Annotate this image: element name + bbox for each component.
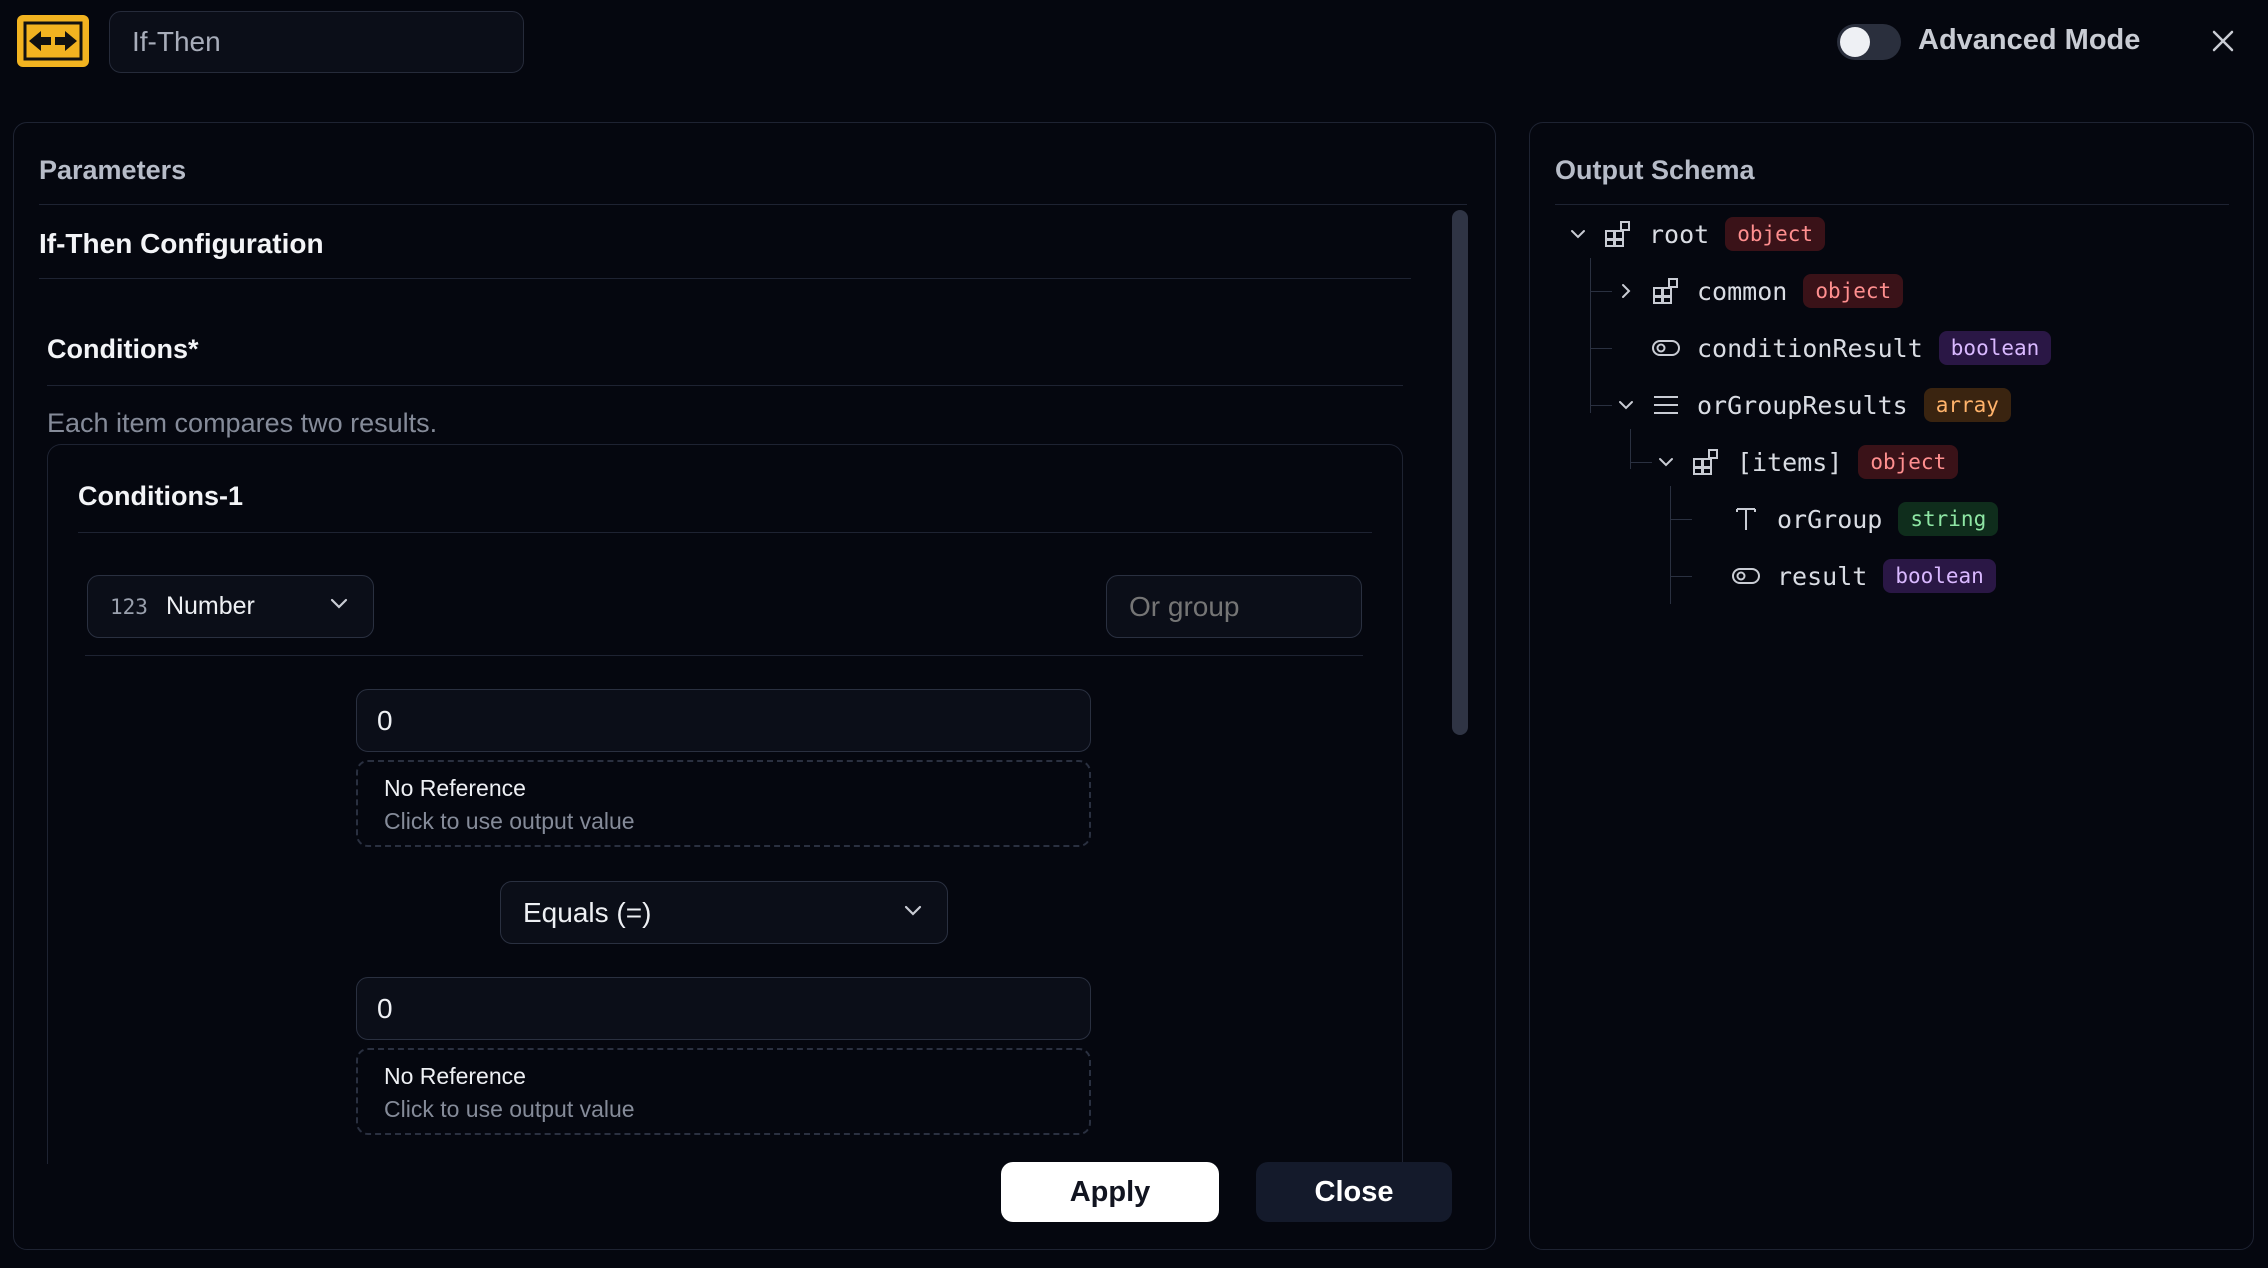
schema-node-conditionresult[interactable]: conditionResult boolean [1651,328,2052,368]
tree-guide [1670,576,1692,577]
tree-guide [1630,429,1631,469]
close-icon[interactable] [2206,22,2240,60]
schema-node-name: orGroup [1777,504,1883,534]
chevron-down-icon [901,897,925,929]
close-button[interactable]: Close [1256,1162,1452,1222]
object-icon [1651,276,1681,306]
schema-node-common[interactable]: common object [1613,271,1904,311]
array-icon [1651,390,1681,420]
divider [47,385,1403,386]
chevron-down-icon [327,591,351,622]
schema-node-name: conditionResult [1697,333,1923,363]
tree-guide [1590,258,1591,413]
config-title: If-Then Configuration [39,228,324,259]
chevron-right-icon[interactable] [1613,278,1639,304]
chevron-down-icon[interactable] [1613,392,1639,418]
apply-button[interactable]: Apply [1001,1162,1219,1222]
type-badge: boolean [1883,559,1996,593]
advanced-mode-label: Advanced Mode [1918,24,2141,56]
if-then-node-logo [17,15,89,67]
schema-node-items[interactable]: [items] object [1653,442,1959,482]
schema-node-name: result [1777,561,1868,591]
tree-guide [1590,291,1612,292]
reference-title: No Reference [384,775,526,801]
operator-label: Equals (=) [523,896,652,928]
type-badge: boolean [1938,331,2052,365]
object-icon [1691,447,1721,477]
reference-hint: Click to use output value [384,808,635,834]
schema-node-name: [items] [1737,447,1843,477]
conditions-help-text: Each item compares two results. [47,408,438,438]
conditions-label: Conditions* [47,334,199,364]
tree-guide [1590,348,1612,349]
string-icon [1731,504,1761,534]
object-icon [1603,219,1633,249]
type-badge: object [1803,274,1904,308]
parameters-title: Parameters [39,155,187,185]
divider [39,204,1467,205]
right-reference-picker[interactable]: No Reference Click to use output value [356,1048,1091,1135]
or-group-input[interactable] [1106,575,1362,638]
type-badge: string [1898,502,1999,536]
chevron-down-icon[interactable] [1565,221,1591,247]
schema-node-orgroupresults[interactable]: orGroupResults array [1613,385,2011,425]
divider [39,278,1411,279]
schema-node-orgroup[interactable]: orGroup string [1731,499,1999,539]
tree-guide [1670,519,1692,520]
boolean-icon [1651,333,1681,363]
operator-select[interactable]: Equals (=) [500,881,948,944]
branch-arrows-icon [23,21,83,61]
right-value-input[interactable] [356,977,1091,1040]
tree-guide [1670,486,1671,604]
value-type-select[interactable]: 123 Number [87,575,374,638]
boolean-icon [1731,561,1761,591]
divider [78,532,1372,533]
value-type-label: Number [165,592,255,620]
tree-guide [1630,462,1652,463]
schema-node-name: orGroupResults [1697,390,1908,420]
schema-node-result[interactable]: result boolean [1731,556,1996,596]
left-value-input[interactable] [356,689,1091,752]
advanced-mode-toggle[interactable] [1837,24,1901,60]
schema-node-root[interactable]: root object [1565,214,1826,254]
type-badge: object [1858,445,1959,479]
schema-node-name: common [1697,276,1788,306]
number-type-icon: 123 [110,594,148,619]
node-name-input[interactable] [109,11,524,73]
toggle-knob [1840,27,1870,57]
left-reference-picker[interactable]: No Reference Click to use output value [356,760,1091,847]
scrollbar[interactable] [1452,210,1468,735]
divider [85,655,1363,656]
condition-item-title: Conditions-1 [78,481,243,511]
reference-title: No Reference [384,1063,526,1089]
tree-guide [1590,405,1612,406]
schema-node-name: root [1649,219,1710,249]
type-badge: object [1725,217,1826,251]
divider [1555,204,2229,205]
output-schema-title: Output Schema [1555,155,1755,185]
chevron-down-icon[interactable] [1653,449,1679,475]
reference-hint: Click to use output value [384,1096,635,1122]
type-badge: array [1923,388,2011,422]
